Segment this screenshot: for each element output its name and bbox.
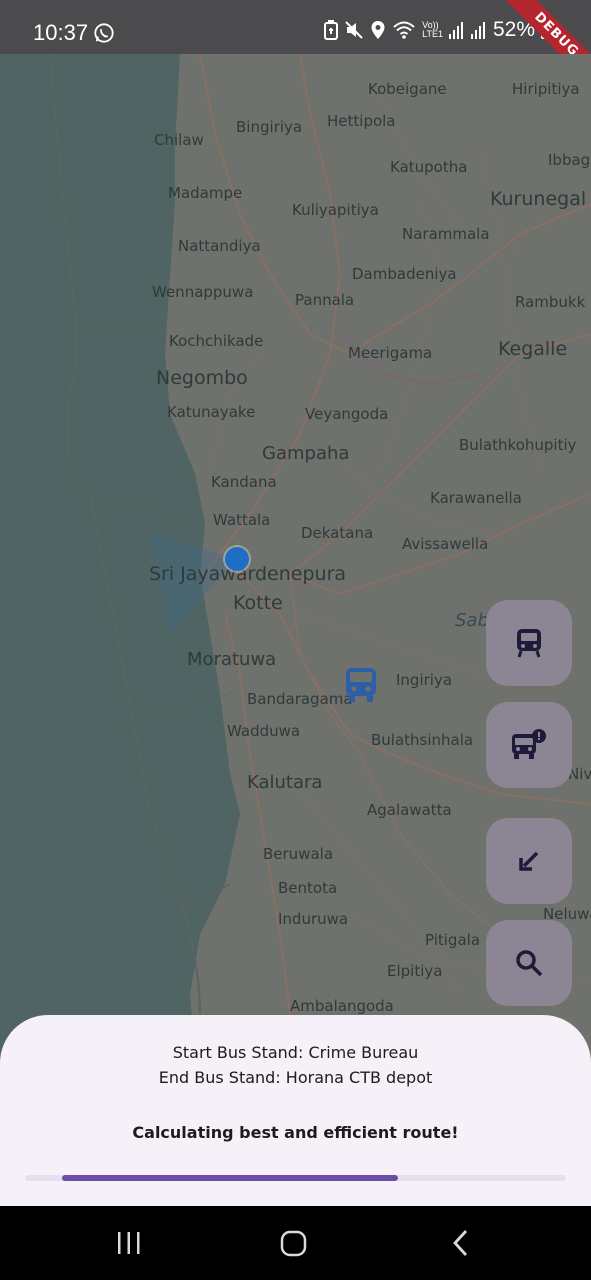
- mute-icon: [345, 21, 363, 39]
- map-label: Rambukk: [515, 293, 586, 311]
- status-time: 10:37: [33, 20, 89, 45]
- status-icons: Vo)) LTE1 52%: [324, 18, 551, 42]
- home-icon[interactable]: [280, 1226, 308, 1260]
- bus-alert-button[interactable]: [486, 702, 572, 788]
- map-label: Bulathkohupitiy: [459, 436, 577, 454]
- map-label: Pannala: [295, 291, 355, 309]
- map-label: Ibbag: [548, 151, 591, 169]
- map-label: Karawanella: [430, 489, 522, 507]
- map-label: Veyangoda: [305, 405, 389, 423]
- battery-saver-icon: [324, 20, 339, 40]
- user-location-icon: [223, 545, 251, 573]
- arrow-button[interactable]: [486, 818, 572, 904]
- map-label: Chilaw: [154, 131, 204, 149]
- map-label: Moratuwa: [187, 649, 277, 670]
- map-label: Katunayake: [167, 403, 256, 421]
- whatsapp-icon: [94, 23, 114, 43]
- navigation-bar: [0, 1206, 591, 1280]
- map-label: Bandaragama: [247, 690, 353, 708]
- map-label: Madampe: [168, 184, 243, 202]
- start-bus-stand-text: Start Bus Stand: Crime Bureau: [172, 1043, 419, 1062]
- status-bar: 10:37 Vo)) LTE1 52% DEBUG: [0, 0, 591, 96]
- map-label: Meerigama: [348, 344, 433, 362]
- map-label: Wennappuwa: [152, 283, 254, 301]
- map-label: Sab: [455, 610, 489, 631]
- map-label: Bulathsinhala: [371, 731, 474, 749]
- map-label: Agalawatta: [367, 801, 452, 819]
- map-label: Bingiriya: [236, 118, 303, 136]
- map-label: Avissawella: [402, 535, 489, 553]
- map-label: Kochchikade: [169, 332, 264, 350]
- map-label: Ingiriya: [396, 671, 453, 689]
- route-bottom-sheet: Start Bus Stand: Crime Bureau End Bus St…: [0, 1015, 591, 1206]
- map-label: Dekatana: [301, 524, 374, 542]
- search-icon: [516, 950, 543, 977]
- signal-icon-2: [470, 22, 485, 39]
- map-label: Nattandiya: [178, 237, 261, 255]
- network-label: Vo)) LTE1: [422, 20, 443, 39]
- map-label: Narammala: [402, 225, 490, 243]
- signal-icon-1: [448, 22, 463, 39]
- map-label: Wattala: [213, 511, 271, 529]
- map-label: Elpitiya: [387, 962, 443, 980]
- progress-bar: [62, 1175, 398, 1181]
- map-label: Pitigala: [425, 931, 481, 949]
- end-bus-stand-text: End Bus Stand: Horana CTB depot: [158, 1068, 433, 1087]
- wifi-icon: [393, 21, 415, 39]
- back-icon[interactable]: [450, 1226, 472, 1260]
- map-label: Kalutara: [247, 772, 323, 793]
- map-label: Kobeigane: [368, 80, 447, 98]
- arrow-south-west-icon: [519, 851, 539, 871]
- map-label: Dambadeniya: [352, 265, 457, 283]
- map-label: Wadduwa: [227, 722, 301, 740]
- map-label: Ambalangoda: [290, 997, 394, 1015]
- map-label: Kotte: [233, 592, 283, 614]
- bus-icon: [517, 629, 541, 658]
- location-icon: [371, 21, 385, 39]
- map-label: Beruwala: [263, 845, 334, 863]
- map-label: Kuliyapitiya: [292, 201, 379, 219]
- map-label: Kurunegal: [490, 188, 587, 210]
- calculating-status-text: Calculating best and efficient route!: [132, 1123, 459, 1142]
- map-label: Hettipola: [327, 112, 396, 130]
- recent-apps-icon[interactable]: [116, 1226, 142, 1260]
- map-label: Kandana: [211, 473, 277, 491]
- map-label: Induruwa: [278, 910, 349, 928]
- search-button[interactable]: [486, 920, 572, 1006]
- map-label: Kegalle: [498, 338, 568, 360]
- map-label: Bentota: [278, 879, 338, 897]
- map-label: Negombo: [156, 367, 248, 389]
- map-label: Hiripitiya: [512, 80, 580, 98]
- bus-button[interactable]: [486, 600, 572, 686]
- bus-marker-icon[interactable]: [344, 666, 378, 704]
- bus-alert-icon: [512, 729, 546, 759]
- map-label: Katupotha: [390, 158, 468, 176]
- map-label: Gampaha: [262, 443, 350, 464]
